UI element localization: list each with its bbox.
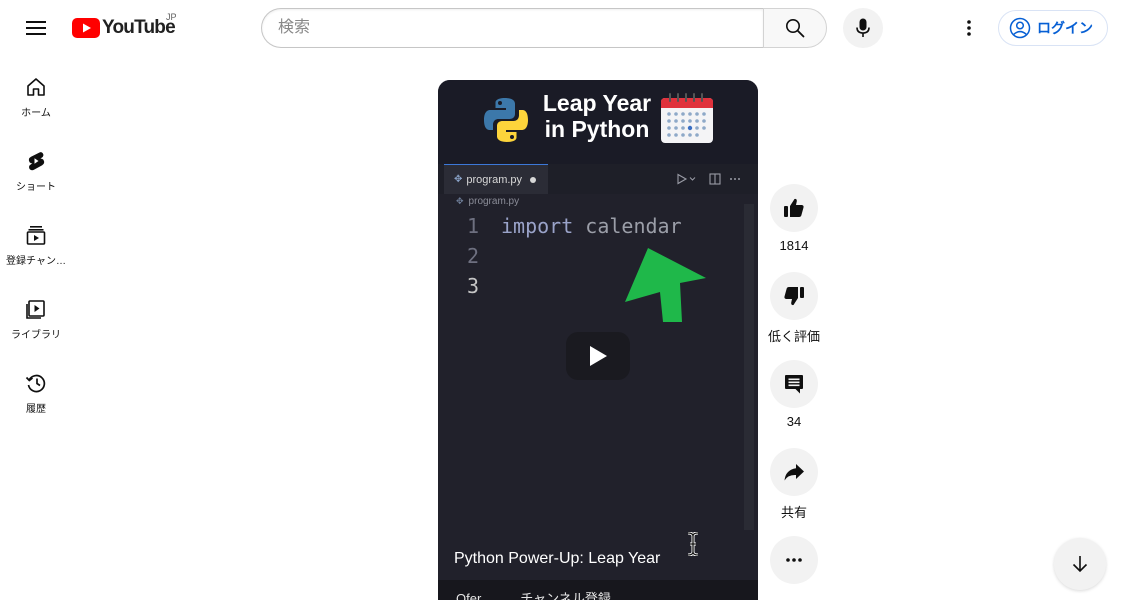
line-number: 1 [466,214,480,238]
channel-info[interactable]: Ofer.... ..... チャンネル登録 [456,588,611,600]
more-action [768,536,820,584]
like-button[interactable] [770,184,818,232]
hamburger-menu-icon [26,21,46,35]
green-arrow-icon [625,248,706,322]
line-number: 2 [466,244,480,268]
like-count: 1814 [779,238,809,253]
breadcrumb-label: program.py [468,196,520,207]
history-icon [25,374,46,393]
guide-menu-button[interactable] [16,8,56,48]
share-action: 共有 [768,448,820,521]
editor-actions-icon [677,173,740,185]
editor-scrollbar [744,204,754,530]
code-keyword: import [501,214,574,238]
dislike-action: 低く評価 [768,272,820,345]
video-title: Python Power-Up: Leap Year [454,550,661,567]
region-code: JP [166,12,177,22]
sidebar-item-history[interactable]: 履歴 [0,352,72,426]
sidebar-item-subscriptions[interactable]: 登録チャン… [0,204,72,278]
thumbnail-title-line: in Python [544,116,650,142]
account-circle-icon [1009,17,1031,39]
vertical-dots-icon [967,20,971,36]
sidebar-item-shorts[interactable]: ショート [0,130,72,204]
thumb-up-icon [784,198,804,217]
sidebar-item-label: 履歴 [26,404,46,415]
editor-tab-label: program.py [466,173,523,186]
masthead: YouTube JP ログイン [0,0,1124,56]
like-action: 1814 [768,184,820,253]
python-logo-icon [484,98,528,142]
next-video-button[interactable] [1054,538,1106,590]
microphone-icon [856,18,870,37]
python-file-icon: ✥ [456,196,464,206]
share-label: 共有 [780,505,807,520]
sidebar-item-library[interactable]: ライブラリ [0,278,72,352]
comment-icon [785,375,803,394]
sidebar-item-label: ショート [16,182,56,193]
search-button[interactable] [763,8,827,48]
code-identifier: calendar [573,214,682,238]
play-icon [590,346,607,366]
shorts-icon [28,152,45,171]
editor-breadcrumb: ✥ program.py [456,196,519,207]
share-button[interactable] [770,448,818,496]
editor-tab-bar: ✥ program.py [438,164,758,194]
editor-tab: ✥ program.py [444,164,548,194]
youtube-logo[interactable]: YouTube [72,16,176,40]
code-text: import calendar [501,214,682,238]
sidebar-item-home[interactable]: ホーム [0,56,72,130]
mini-guide: ホーム ショート 登録チャン… ライブラリ 履歴 [0,56,72,426]
arrow-down-icon [1072,556,1088,573]
thumbnail-banner: Leap Year in Python [438,80,758,164]
sidebar-item-label: 登録チャン… [6,256,66,267]
comment-count: 34 [786,414,802,429]
thumbnail-title-line: Leap Year [542,90,652,116]
comments-button[interactable] [770,360,818,408]
login-button[interactable]: ログイン [998,10,1108,46]
thumb-down-icon [784,287,804,306]
sidebar-item-label: ライブラリ [11,330,61,341]
line-number: 3 [466,274,480,298]
calendar-icon [661,93,713,143]
logo-text: YouTube [102,17,176,38]
horizontal-dots-icon [786,558,802,562]
dislike-button[interactable] [770,272,818,320]
library-icon [26,300,45,319]
login-label: ログイン [1037,20,1093,36]
text-cursor-icon [687,532,699,556]
unsaved-dot-icon [530,176,537,183]
python-file-icon: ✥ [454,174,463,185]
youtube-play-logo-icon [72,18,100,38]
share-icon [784,464,804,481]
play-button[interactable] [566,332,630,380]
comment-action: 34 [768,360,820,429]
subscriptions-icon [26,226,46,245]
settings-more-button[interactable] [949,8,989,48]
more-actions-button[interactable] [770,536,818,584]
shorts-video-player[interactable]: Leap Year in Python ✥ program.py ✥ progr… [438,80,758,600]
sidebar-item-label: ホーム [21,108,51,119]
search-box [261,8,827,48]
home-icon [27,78,45,96]
search-icon [786,19,805,38]
voice-search-button[interactable] [843,8,883,48]
search-input[interactable] [261,8,763,48]
thumbnail-title: Leap Year in Python [538,90,656,142]
dislike-label: 低く評価 [768,329,821,344]
